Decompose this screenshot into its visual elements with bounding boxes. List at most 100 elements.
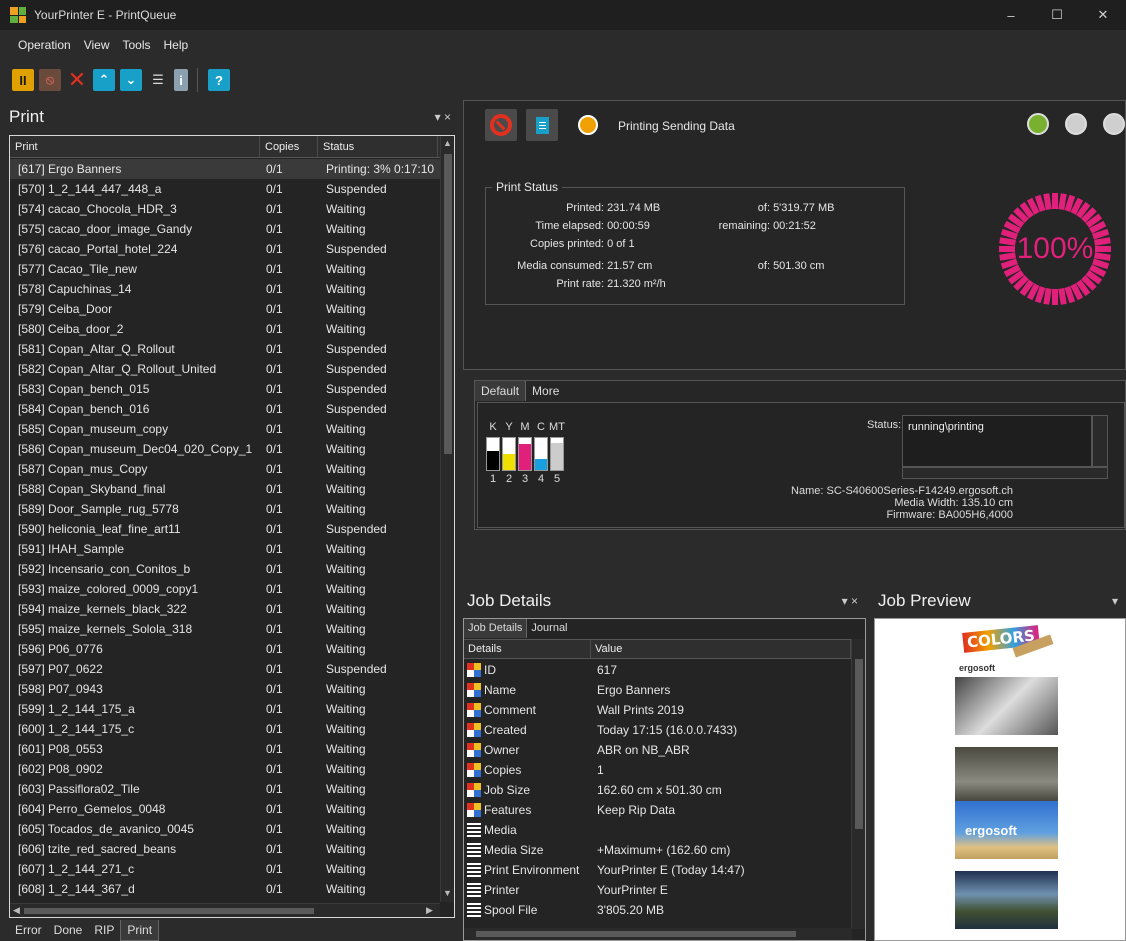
queue-hscroll-thumb[interactable] — [24, 908, 314, 914]
move-down-icon[interactable]: ⌄ — [120, 69, 142, 91]
queue-row[interactable]: [583] Copan_bench_015 0/1 Suspended — [10, 379, 440, 399]
job-detail-row[interactable]: Printer YourPrinter E — [464, 880, 852, 900]
maximize-button[interactable]: ☐ — [1034, 0, 1080, 30]
scroll-right-icon[interactable]: ▶ — [426, 905, 433, 916]
job-detail-row[interactable]: Created Today 17:15 (16.0.0.7433) — [464, 720, 852, 740]
job-details-scroll-thumb[interactable] — [855, 659, 863, 829]
queue-row[interactable]: [574] cacao_Chocola_HDR_3 0/1 Waiting — [10, 199, 440, 219]
scroll-down-icon[interactable]: ▼ — [443, 888, 452, 898]
queue-row[interactable]: [579] Ceiba_Door 0/1 Waiting — [10, 299, 440, 319]
queue-row[interactable]: [602] P08_0902 0/1 Waiting — [10, 759, 440, 779]
cancel-print-button[interactable] — [485, 109, 517, 141]
queue-row[interactable]: [586] Copan_museum_Dec04_020_Copy_1 0/1 Wa… — [10, 439, 440, 459]
delete-icon[interactable]: ✕ — [66, 67, 88, 92]
column-value[interactable]: Value — [591, 640, 851, 658]
job-detail-row[interactable]: Spool File 3'805.20 MB — [464, 900, 852, 920]
job-detail-row[interactable]: Owner ABR on NB_ABR — [464, 740, 852, 760]
queue-row[interactable]: [590] heliconia_leaf_fine_art11 0/1 Suspen… — [10, 519, 440, 539]
status-scrollbar[interactable] — [1092, 415, 1108, 467]
job-detail-row[interactable]: Media Size +Maximum+ (162.60 cm) — [464, 840, 852, 860]
column-copies[interactable]: Copies — [260, 136, 318, 157]
queue-row[interactable]: [589] Door_Sample_rug_5778 0/1 Waiting — [10, 499, 440, 519]
queue-row[interactable]: [603] Passiflora02_Tile 0/1 Waiting — [10, 779, 440, 799]
scroll-up-icon[interactable]: ▲ — [443, 138, 452, 148]
queue-vertical-scrollbar[interactable]: ▲ ▼ — [440, 136, 454, 902]
queue-row[interactable]: [598] P07_0943 0/1 Waiting — [10, 679, 440, 699]
help-icon[interactable]: ? — [208, 69, 230, 91]
queue-row[interactable]: [575] cacao_door_image_Gandy 0/1 Waiting — [10, 219, 440, 239]
queue-row[interactable]: [584] Copan_bench_016 0/1 Suspended — [10, 399, 440, 419]
queue-row[interactable]: [585] Copan_museum_copy 0/1 Waiting — [10, 419, 440, 439]
column-print[interactable]: Print — [10, 136, 260, 157]
menu-tools[interactable]: Tools — [123, 38, 151, 52]
queue-row[interactable]: [593] maize_colored_0009_copy1 0/1 Waiting — [10, 579, 440, 599]
queue-row[interactable]: [608] 1_2_144_367_d 0/1 Waiting — [10, 879, 440, 899]
tab-print[interactable]: Print — [120, 920, 160, 941]
job-details-hscrollbar[interactable] — [464, 928, 852, 940]
pause-icon[interactable]: II — [12, 69, 34, 91]
column-details[interactable]: Details — [464, 640, 591, 658]
menu-view[interactable]: View — [84, 38, 110, 52]
print-panel-controls[interactable]: ▾ × — [435, 110, 451, 124]
queue-row[interactable]: [591] IHAH_Sample 0/1 Waiting — [10, 539, 440, 559]
status-hscrollbar[interactable] — [902, 467, 1108, 479]
queue-row[interactable]: [588] Copan_Skyband_final 0/1 Waiting — [10, 479, 440, 499]
job-detail-row[interactable]: Print Environment YourPrinter E (Today 14… — [464, 860, 852, 880]
scroll-left-icon[interactable]: ◀ — [13, 905, 20, 916]
printer-status-field[interactable]: running\printing — [902, 415, 1092, 467]
job-detail-row[interactable]: Features Keep Rip Data — [464, 800, 852, 820]
tab-journal[interactable]: Journal — [527, 619, 571, 638]
queue-row[interactable]: [607] 1_2_144_271_c 0/1 Waiting — [10, 859, 440, 879]
job-detail-row[interactable]: Name Ergo Banners — [464, 680, 852, 700]
job-detail-row[interactable]: Job Size 162.60 cm x 501.30 cm — [464, 780, 852, 800]
printer-icon[interactable]: ☰ — [147, 69, 169, 91]
job-detail-row[interactable]: Copies 1 — [464, 760, 852, 780]
queue-row[interactable]: [594] maize_kernels_black_322 0/1 Waiting — [10, 599, 440, 619]
queue-row[interactable]: [601] P08_0553 0/1 Waiting — [10, 739, 440, 759]
queue-row[interactable]: [595] maize_kernels_Solola_318 0/1 Waiting — [10, 619, 440, 639]
queue-row[interactable]: [617] Ergo Banners 0/1 Printing: 3% 0:17:1… — [10, 159, 440, 179]
close-button[interactable]: ✕ — [1080, 0, 1126, 30]
job-preview-controls[interactable]: ▾ — [1112, 594, 1118, 608]
menu-operation[interactable]: Operation — [18, 38, 71, 52]
job-details-controls[interactable]: ▾ × — [842, 594, 858, 608]
job-detail-row[interactable]: Media — [464, 820, 852, 840]
move-up-icon[interactable]: ⌃ — [93, 69, 115, 91]
column-status[interactable]: Status — [318, 136, 438, 157]
queue-scroll-thumb[interactable] — [444, 154, 452, 454]
queue-row[interactable]: [606] tzite_red_sacred_beans 0/1 Waiting — [10, 839, 440, 859]
menu-help[interactable]: Help — [164, 38, 189, 52]
queue-row[interactable]: [605] Tocados_de_avanico_0045 0/1 Waiting — [10, 819, 440, 839]
queue-row[interactable]: [582] Copan_Altar_Q_Rollout_United 0/1 Sus… — [10, 359, 440, 379]
queue-row[interactable]: [578] Capuchinas_14 0/1 Waiting — [10, 279, 440, 299]
tab-job-details[interactable]: Job Details — [464, 619, 528, 638]
job-details-scrollbar[interactable] — [851, 639, 865, 929]
queue-horizontal-scrollbar[interactable]: ◀ ▶ — [10, 903, 440, 917]
queue-row[interactable]: [587] Copan_mus_Copy 0/1 Waiting — [10, 459, 440, 479]
queue-row[interactable]: [581] Copan_Altar_Q_Rollout 0/1 Suspended — [10, 339, 440, 359]
queue-cell-status: Suspended — [326, 182, 387, 196]
queue-row[interactable]: [597] P07_0622 0/1 Suspended — [10, 659, 440, 679]
job-document-button[interactable] — [526, 109, 558, 141]
job-details-hscroll-thumb[interactable] — [476, 931, 796, 937]
queue-row[interactable]: [580] Ceiba_door_2 0/1 Waiting — [10, 319, 440, 339]
job-detail-row[interactable]: Comment Wall Prints 2019 — [464, 700, 852, 720]
queue-row[interactable]: [577] Cacao_Tile_new 0/1 Waiting — [10, 259, 440, 279]
queue-row[interactable]: [600] 1_2_144_175_c 0/1 Waiting — [10, 719, 440, 739]
tab-default[interactable]: Default — [475, 381, 527, 401]
queue-row[interactable]: [576] cacao_Portal_hotel_224 0/1 Suspended — [10, 239, 440, 259]
tab-done[interactable]: Done — [48, 920, 89, 941]
info-icon[interactable]: i — [174, 69, 188, 91]
tab-more[interactable]: More — [526, 381, 565, 401]
job-detail-row[interactable]: ID 617 — [464, 660, 852, 680]
queue-row[interactable]: [604] Perro_Gemelos_0048 0/1 Waiting — [10, 799, 440, 819]
tab-rip[interactable]: RIP — [88, 920, 120, 941]
queue-cell-status: Waiting — [326, 282, 366, 296]
tab-error[interactable]: Error — [9, 920, 48, 941]
queue-row[interactable]: [570] 1_2_144_447_448_a 0/1 Suspended — [10, 179, 440, 199]
minimize-button[interactable]: – — [988, 0, 1034, 30]
queue-row[interactable]: [592] Incensario_con_Conitos_b 0/1 Waiting — [10, 559, 440, 579]
queue-row[interactable]: [599] 1_2_144_175_a 0/1 Waiting — [10, 699, 440, 719]
stop-icon[interactable]: ⦸ — [39, 69, 61, 91]
queue-row[interactable]: [596] P06_0776 0/1 Waiting — [10, 639, 440, 659]
